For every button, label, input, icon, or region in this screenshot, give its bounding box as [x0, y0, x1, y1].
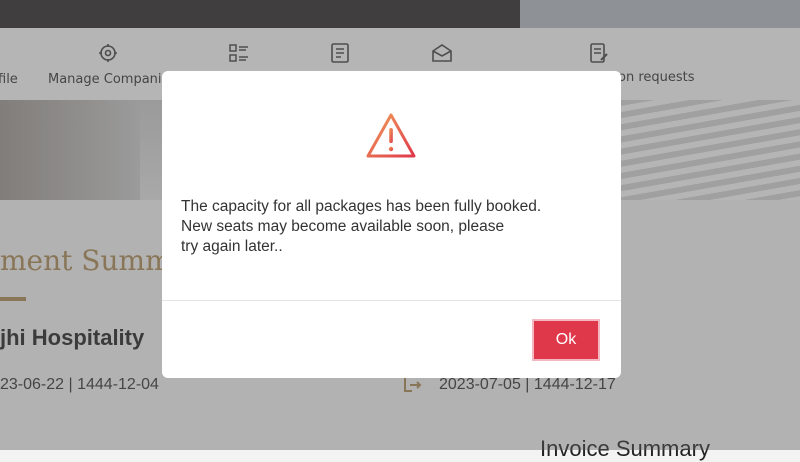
alert-message-line-2: New seats may become available soon, ple…: [181, 218, 505, 235]
alert-dialog: The capacity for all packages has been f…: [162, 71, 621, 378]
dialog-divider: [162, 300, 621, 301]
alert-message-line-1: The capacity for all packages has been f…: [181, 198, 542, 215]
alert-message-line-3: try again later..: [181, 238, 283, 255]
ok-button[interactable]: Ok: [532, 319, 600, 361]
warning-icon: [366, 113, 416, 158]
alert-message: The capacity for all packages has been f…: [181, 197, 601, 257]
